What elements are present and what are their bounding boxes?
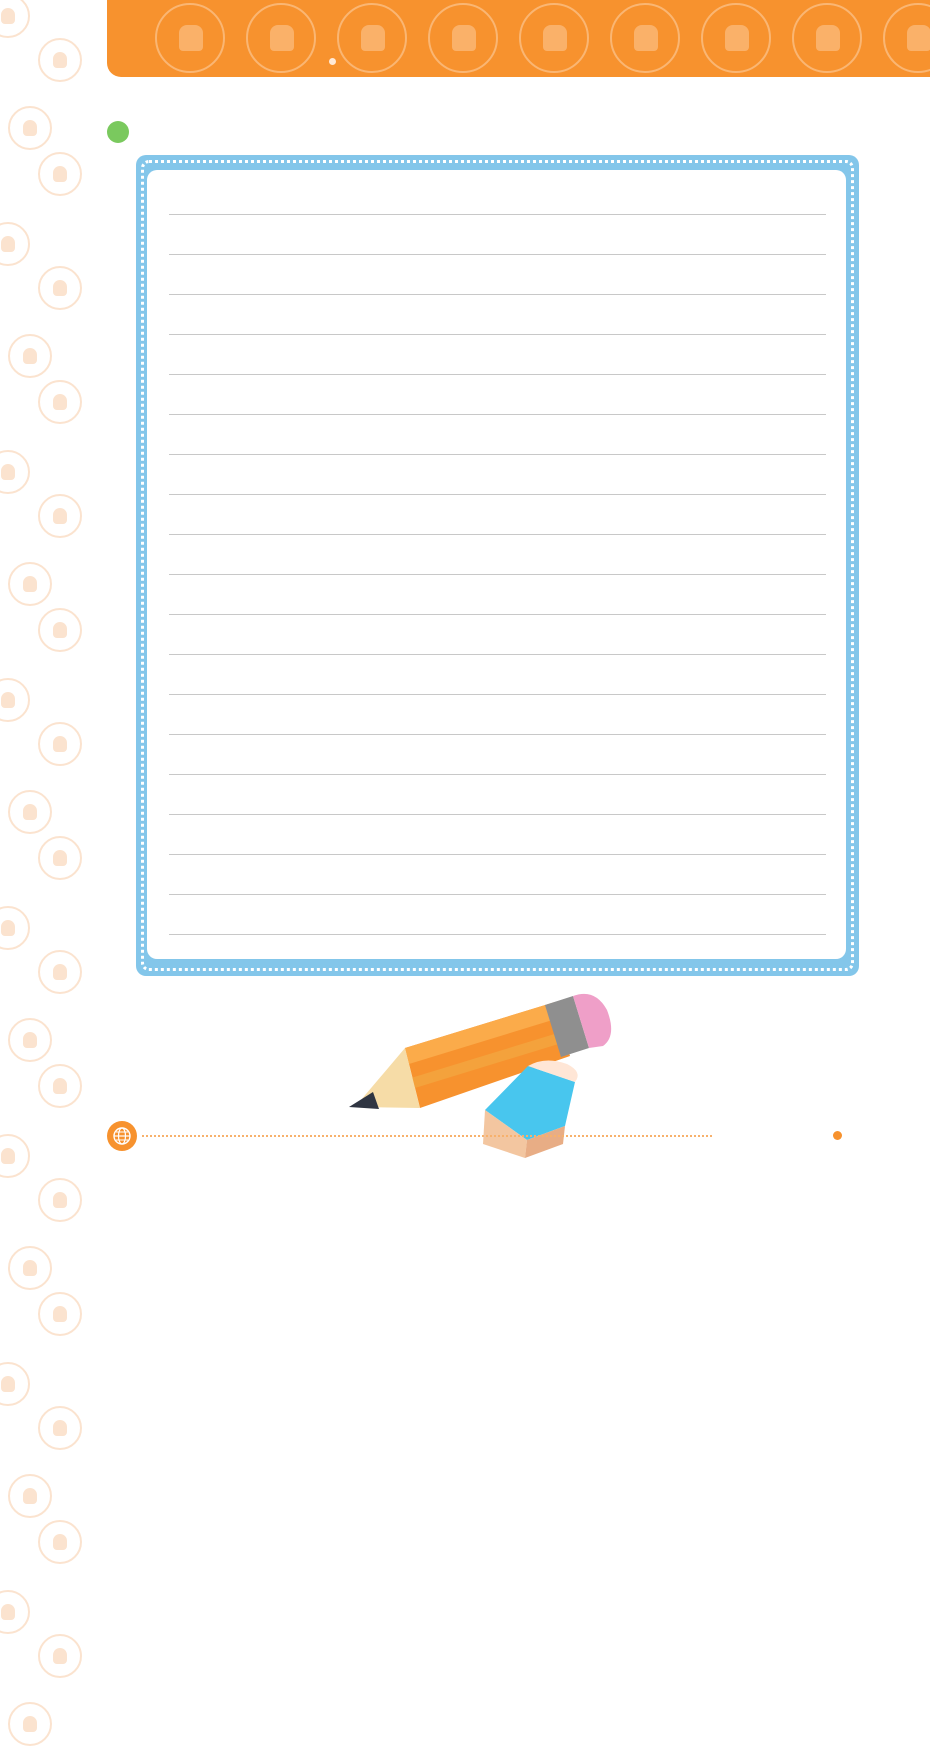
tree-icon: [0, 222, 30, 266]
writing-line: [169, 334, 826, 335]
eagle-icon: [8, 1018, 52, 1062]
writing-line: [169, 254, 826, 255]
footer-dotted-rule: [142, 1135, 712, 1137]
footer-dot: [833, 1131, 842, 1140]
tree-icon: [0, 1362, 30, 1406]
banner-compass-icon: [701, 3, 771, 73]
writing-line: [169, 854, 826, 855]
banner-worker-icon: [428, 3, 498, 73]
farmer-icon: [8, 334, 52, 378]
person-icon: [0, 678, 30, 722]
farmer-icon: [8, 1474, 52, 1518]
writing-line: [169, 454, 826, 455]
writing-line: [169, 574, 826, 575]
banner-earth-icon: [519, 3, 589, 73]
globe-icon: [38, 380, 82, 424]
banner-helmet-icon: [155, 3, 225, 73]
drop-icon: [38, 266, 82, 310]
building-icon: [0, 1590, 30, 1634]
banner-eagle-icon: [337, 3, 407, 73]
banner-dot: [329, 58, 336, 65]
eagle-icon: [38, 608, 82, 652]
writing-line: [169, 214, 826, 215]
drop-icon: [8, 1246, 52, 1290]
writing-line: [169, 734, 826, 735]
tree-icon: [38, 836, 82, 880]
dome-icon: [0, 0, 30, 38]
globe-icon: [38, 152, 82, 196]
drop-icon: [38, 1406, 82, 1450]
writing-line: [169, 694, 826, 695]
writing-area[interactable]: [147, 170, 846, 959]
eagle-icon: [38, 494, 82, 538]
globe-lines-icon: [113, 1127, 131, 1145]
globe-icon: [38, 722, 82, 766]
drop-icon: [8, 106, 52, 150]
globe-icon: [38, 950, 82, 994]
writing-line: [169, 774, 826, 775]
writing-line: [169, 414, 826, 415]
banner-tree-icon: [792, 3, 862, 73]
banner-columns-icon: [246, 3, 316, 73]
eagle-icon: [38, 1634, 82, 1678]
green-bullet: [107, 121, 129, 143]
building-icon: [0, 450, 30, 494]
writing-line: [169, 654, 826, 655]
person-icon: [38, 1178, 82, 1222]
writing-line: [169, 534, 826, 535]
globe-icon: [107, 1121, 137, 1151]
banner-eagle-icon: [610, 3, 680, 73]
eagle-icon: [8, 790, 52, 834]
writing-line: [169, 894, 826, 895]
writing-line: [169, 494, 826, 495]
top-banner: [107, 0, 930, 77]
writing-line: [169, 934, 826, 935]
globe-icon: [38, 1292, 82, 1336]
person-icon: [38, 1064, 82, 1108]
person-icon: [38, 38, 82, 82]
writing-line: [169, 294, 826, 295]
earth-icon: [8, 562, 52, 606]
writing-line: [169, 614, 826, 615]
earth-icon: [0, 1134, 30, 1178]
earth-icon: [8, 1702, 52, 1746]
writing-line: [169, 814, 826, 815]
globe-icon: [38, 1520, 82, 1564]
banner-drop-icon: [883, 3, 930, 73]
side-decoration-strip: [0, 0, 100, 1746]
writing-line: [169, 374, 826, 375]
farmer-icon: [0, 906, 30, 950]
